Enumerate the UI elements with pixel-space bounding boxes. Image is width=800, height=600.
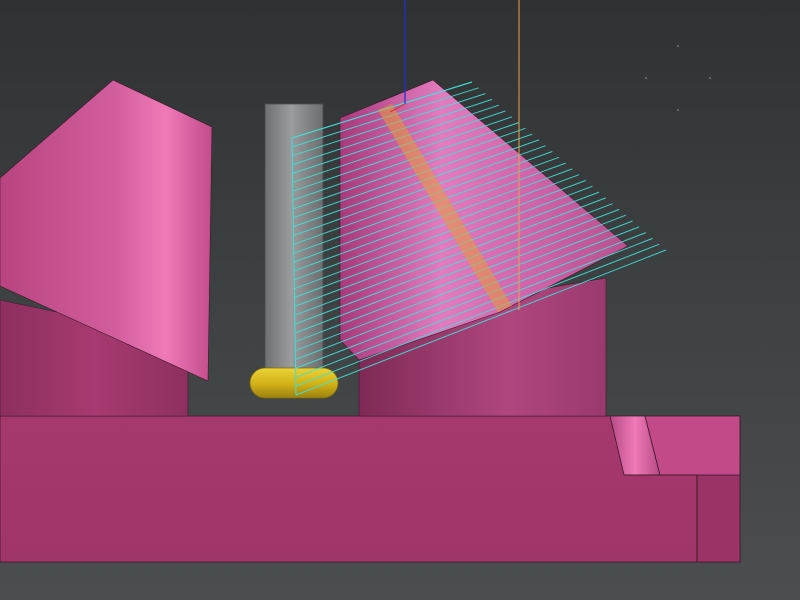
cam-3d-viewport[interactable] xyxy=(0,0,800,600)
tool-tip xyxy=(249,367,339,399)
cam-scene xyxy=(0,0,741,563)
base-plate[interactable] xyxy=(0,415,741,563)
scene-dots xyxy=(645,45,711,111)
base-right-ledge xyxy=(644,415,741,476)
base-step-face xyxy=(696,474,741,563)
